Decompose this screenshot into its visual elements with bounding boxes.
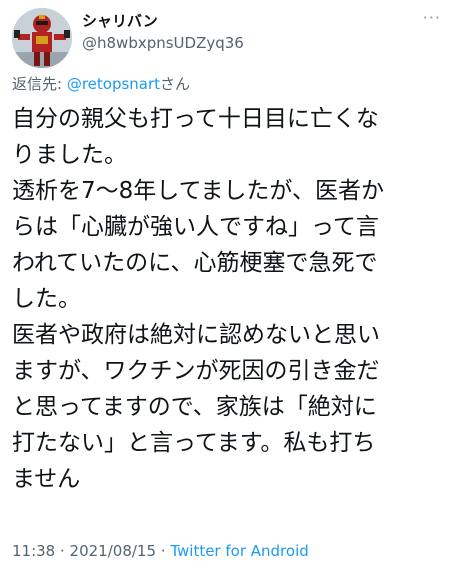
- tweet-metadata: 11:38 · 2021/08/15 · Twitter for Android: [12, 540, 309, 562]
- tweet-text-line: 透析を7〜8年してましたが、医者か: [12, 178, 384, 204]
- tweet-text-line: りました。: [12, 142, 127, 168]
- tweet-date[interactable]: 2021/08/15: [70, 542, 156, 560]
- tweet-header: シャリバン @h8wbxpnsUDZyq36 ···: [12, 8, 447, 68]
- display-name[interactable]: シャリバン: [82, 10, 244, 32]
- meta-separator: ·: [55, 542, 70, 560]
- more-options-icon[interactable]: ···: [423, 10, 441, 26]
- tweet-time[interactable]: 11:38: [12, 542, 55, 560]
- tweet-text-line: 医者や政府は絶対に認めないと思い: [12, 322, 380, 348]
- user-handle[interactable]: @h8wbxpnsUDZyq36: [82, 32, 244, 54]
- avatar-image: [12, 8, 72, 68]
- author-names: シャリバン @h8wbxpnsUDZyq36: [82, 10, 244, 54]
- reply-context: 返信先: @retopsnartさん: [12, 73, 190, 95]
- tweet-source-link[interactable]: Twitter for Android: [170, 542, 308, 560]
- tweet: シャリバン @h8wbxpnsUDZyq36 ··· 返信先: @retopsn…: [0, 0, 459, 575]
- reply-suffix: さん: [160, 75, 191, 93]
- tweet-text: 自分の親父も打って十日目に亡くな りました。 透析を7〜8年してましたが、医者か…: [12, 101, 450, 497]
- tweet-text-line: 打たない」と言ってます。私も打ち: [12, 430, 376, 456]
- tweet-text-line: ません: [12, 466, 81, 492]
- reply-prefix: 返信先:: [12, 75, 67, 93]
- tweet-text-line: らは「心臓が強い人ですね」って言: [12, 214, 379, 240]
- tweet-text-line: と思ってますので、家族は「絶対に: [12, 394, 377, 420]
- tweet-text-line: した。: [12, 286, 81, 312]
- reply-mention-link[interactable]: @retopsnart: [67, 75, 160, 93]
- meta-separator: ·: [156, 542, 171, 560]
- tweet-text-line: われていたのに、心筋梗塞で急死で: [12, 250, 378, 276]
- avatar[interactable]: [12, 8, 72, 68]
- tweet-text-line: ますが、ワクチンが死因の引き金だ: [12, 358, 380, 384]
- tweet-text-line: 自分の親父も打って十日目に亡くな: [12, 106, 379, 132]
